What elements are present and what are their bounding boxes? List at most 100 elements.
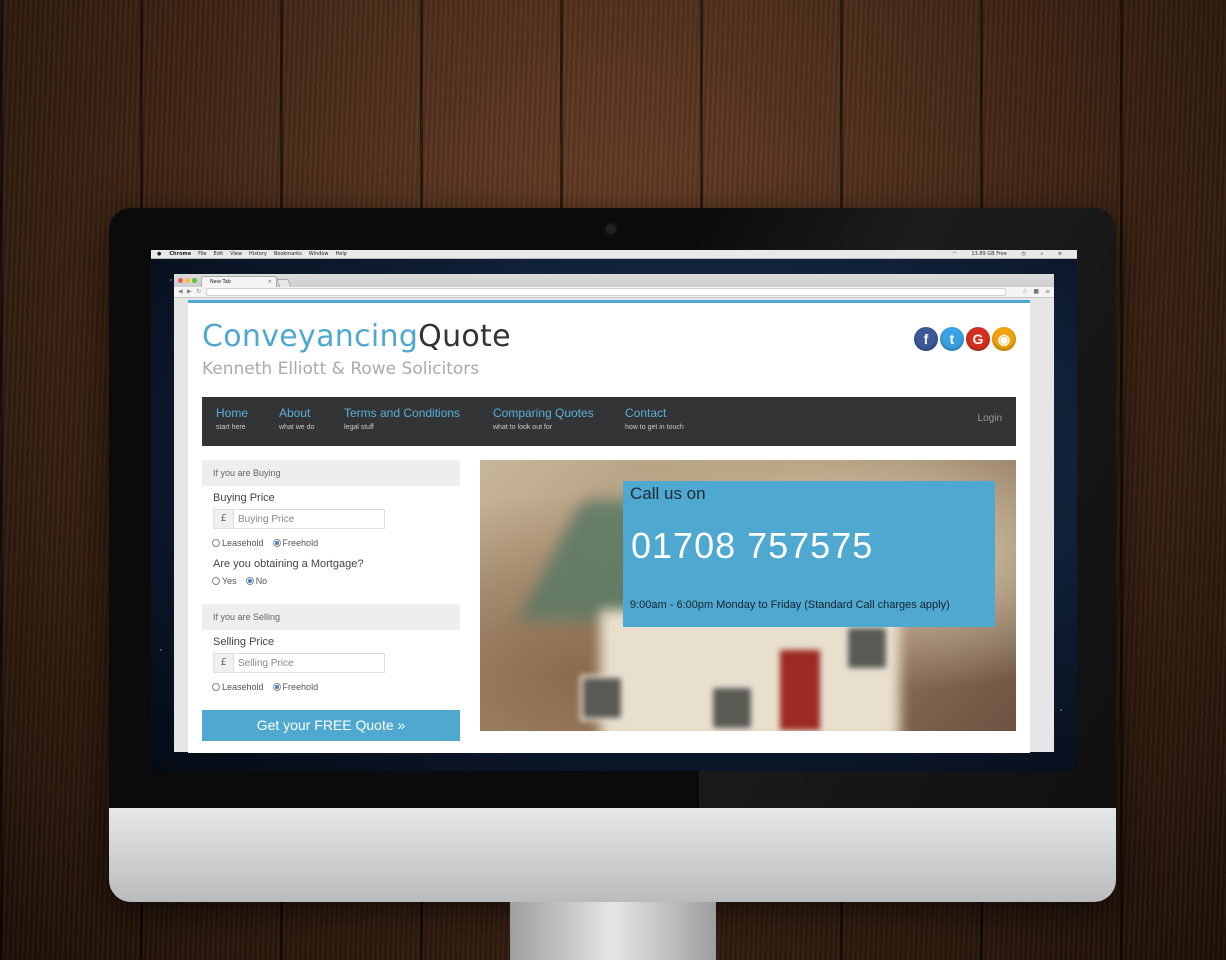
- call-us-box: Call us on 01708 757575 9:00am - 6:00pm …: [623, 481, 995, 627]
- monitor-stand: [510, 902, 716, 960]
- mac-menubar: ● Chrome File Edit View History Bookmark…: [151, 250, 1077, 259]
- get-quote-button[interactable]: Get your FREE Quote »: [202, 710, 460, 741]
- house-window: [580, 675, 624, 721]
- login-link[interactable]: Login: [978, 413, 1002, 424]
- radio-button[interactable]: [212, 683, 220, 691]
- facebook-icon[interactable]: f: [914, 327, 938, 351]
- mortgage-yes-option[interactable]: Yes: [212, 576, 237, 586]
- selling-price-group: £: [213, 653, 385, 673]
- nav-item-comparing-quotes[interactable]: Comparing Quotes what to look out for: [493, 406, 594, 433]
- opening-hours: 9:00am - 6:00pm Monday to Friday (Standa…: [630, 599, 950, 611]
- currency-addon: £: [214, 510, 234, 528]
- bookmark-star-icon[interactable]: ☆: [1022, 288, 1027, 295]
- menu-history[interactable]: History: [249, 250, 267, 258]
- hero-image: Call us on 01708 757575 9:00am - 6:00pm …: [480, 460, 1016, 731]
- nav-item-terms[interactable]: Terms and Conditions legal stuff: [344, 406, 460, 433]
- buying-price-input[interactable]: [234, 510, 384, 528]
- extension-icon[interactable]: ■: [1033, 288, 1039, 295]
- logo-part-quote: Quote: [418, 319, 511, 354]
- browser-viewport: ConveyancingQuote Kenneth Elliott & Rowe…: [174, 298, 1054, 753]
- nav-item-contact[interactable]: Contact how to get in touch: [625, 406, 684, 433]
- chrome-window: New Tab × ◀ ▶ ↻ ☆ ■ ≡ ConveyancingQuote …: [174, 274, 1054, 753]
- buying-freehold-option[interactable]: Freehold: [272, 538, 319, 548]
- radio-button[interactable]: [245, 577, 254, 585]
- browser-toolbar: ◀ ▶ ↻ ☆ ■ ≡: [174, 287, 1054, 298]
- radio-button[interactable]: [212, 577, 220, 585]
- spotlight-icon[interactable]: ⌕: [1040, 251, 1043, 257]
- buying-price-group: £: [213, 509, 385, 529]
- address-bar[interactable]: [206, 288, 1006, 296]
- tab-title: New Tab: [210, 279, 231, 285]
- radio-label: Leasehold: [222, 538, 264, 548]
- site-logo[interactable]: ConveyancingQuote: [202, 319, 511, 355]
- selling-section-header: If you are Selling: [202, 604, 460, 630]
- radio-label: No: [255, 576, 268, 586]
- buying-tenure-options: Leasehold Freehold: [212, 538, 327, 548]
- selling-price-label: Selling Price: [213, 636, 275, 648]
- house-window: [710, 685, 754, 731]
- minimize-window-icon[interactable]: [185, 278, 190, 283]
- nav-sublabel: what we do: [279, 424, 315, 431]
- radio-button[interactable]: [212, 539, 220, 547]
- maximize-window-icon[interactable]: [192, 278, 197, 283]
- buying-price-label: Buying Price: [213, 492, 275, 504]
- nav-label: Contact: [625, 406, 667, 420]
- call-us-title: Call us on: [630, 484, 706, 503]
- phone-number[interactable]: 01708 757575: [631, 525, 873, 567]
- main-navigation: Home start here About what we do Terms a…: [202, 397, 1016, 446]
- selling-price-input[interactable]: [234, 654, 384, 672]
- tab-new-tab[interactable]: New Tab ×: [201, 276, 277, 287]
- radio-button[interactable]: [272, 683, 281, 691]
- close-window-icon[interactable]: [178, 278, 183, 283]
- selling-leasehold-option[interactable]: Leasehold: [212, 682, 264, 692]
- rss-icon[interactable]: ◉: [992, 327, 1016, 351]
- nav-item-home[interactable]: Home start here: [216, 406, 248, 433]
- reload-icon[interactable]: ↻: [196, 287, 201, 297]
- nav-item-about[interactable]: About what we do: [279, 406, 314, 433]
- radio-label: Leasehold: [222, 682, 264, 692]
- site-subtitle: Kenneth Elliott & Rowe Solicitors: [202, 359, 480, 379]
- selling-tenure-options: Leasehold Freehold: [212, 682, 327, 692]
- menu-view[interactable]: View: [230, 250, 242, 258]
- menu-edit[interactable]: Edit: [213, 250, 223, 258]
- disk-free-text: 13.89 GB Free: [971, 251, 1007, 257]
- menu-window[interactable]: Window: [309, 250, 329, 258]
- radio-label: Yes: [222, 576, 237, 586]
- mortgage-no-option[interactable]: No: [245, 576, 268, 586]
- screen: ● Chrome File Edit View History Bookmark…: [151, 250, 1077, 771]
- forward-icon[interactable]: ▶: [187, 287, 192, 297]
- house-window: [845, 625, 889, 671]
- buying-leasehold-option[interactable]: Leasehold: [212, 538, 264, 548]
- wifi-icon[interactable]: ◠: [952, 251, 956, 257]
- menu-app-name[interactable]: Chrome: [169, 250, 191, 258]
- google-plus-icon[interactable]: G: [966, 327, 990, 351]
- list-icon[interactable]: ≡: [1058, 251, 1062, 257]
- currency-addon: £: [214, 654, 234, 672]
- menu-icon[interactable]: ≡: [1045, 288, 1050, 295]
- menubar-status: ◠ 13.89 GB Free ◷ ⌕ ≡: [946, 250, 1069, 258]
- menu-bookmarks[interactable]: Bookmarks: [274, 250, 302, 258]
- buying-section-header: If you are Buying: [202, 460, 460, 486]
- radio-label: Freehold: [282, 538, 319, 548]
- twitter-icon[interactable]: t: [940, 327, 964, 351]
- clock-icon[interactable]: ◷: [1021, 251, 1025, 257]
- mortgage-options: Yes No: [212, 576, 276, 586]
- nav-label: Terms and Conditions: [344, 406, 461, 420]
- selling-freehold-option[interactable]: Freehold: [272, 682, 319, 692]
- nav-label: About: [279, 406, 311, 420]
- monitor-chin: [109, 808, 1116, 902]
- nav-sublabel: how to get in touch: [625, 424, 684, 431]
- nav-sublabel: legal stuff: [344, 424, 374, 431]
- back-icon[interactable]: ◀: [178, 287, 183, 297]
- menu-file[interactable]: File: [198, 250, 206, 258]
- nav-sublabel: start here: [216, 424, 246, 431]
- social-links: f t G ◉: [912, 327, 1016, 351]
- nav-label: Home: [216, 406, 249, 420]
- menu-help[interactable]: Help: [336, 250, 347, 258]
- logo-part-conveyancing: Conveyancing: [202, 319, 419, 354]
- apple-icon[interactable]: ●: [157, 250, 161, 258]
- radio-button[interactable]: [272, 539, 281, 547]
- tab-bar: New Tab ×: [174, 274, 1054, 288]
- radio-label: Freehold: [282, 682, 319, 692]
- house-door: [780, 650, 820, 730]
